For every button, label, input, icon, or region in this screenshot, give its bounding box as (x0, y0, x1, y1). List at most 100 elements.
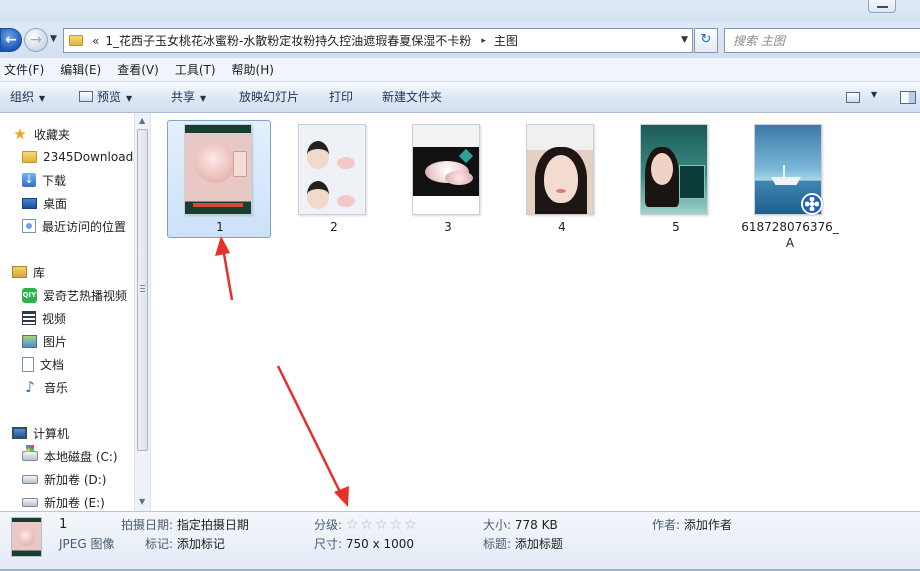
title-strip (0, 0, 920, 22)
view-options-caret-icon[interactable]: ▼ (871, 90, 877, 99)
details-file-type: JPEG 图像 (59, 537, 115, 551)
date-taken-value[interactable]: 指定拍摄日期 (177, 518, 249, 532)
nav-item-pictures[interactable]: 图片 (22, 330, 67, 352)
nav-item-recent-places[interactable]: 最近访问的位置 (22, 215, 126, 237)
nav-item-iqiyi[interactable]: iQIYI 爱奇艺热播视频 (20, 284, 128, 306)
date-taken-label: 拍摄日期: (121, 518, 174, 532)
rating-stars-icon[interactable]: ☆☆☆☆☆ (346, 517, 419, 533)
scroll-down-icon[interactable]: ▼ (139, 497, 145, 506)
nav-item-label: 音乐 (44, 380, 69, 395)
command-bar: 组织 ▼ 预览 ▼ 共享 ▼ 放映幻灯片 打印 新建文件夹 ▼ (0, 82, 920, 113)
menu-file[interactable]: 文件(F) (4, 61, 44, 78)
menu-bar: 文件(F) 编辑(E) 查看(V) 工具(T) 帮助(H) (0, 58, 920, 82)
iqiyi-icon: iQIYI (20, 287, 39, 303)
hidden-path-chevron[interactable]: « (92, 34, 99, 48)
breadcrumb-parent-folder[interactable]: 1_花西子玉女桃花冰蜜粉-水散粉定妆粉持久控油遮瑕春夏保湿不卡粉 (105, 32, 471, 49)
forward-button[interactable]: → (24, 28, 48, 52)
title-value[interactable]: 添加标题 (515, 537, 563, 551)
image-thumbnail (412, 124, 480, 215)
nav-item-label: 爱奇艺热播视频 (43, 288, 128, 303)
navigation-pane: ★ 收藏夹 2345Downloads ↓ 下载 桌面 最近访问的位置 库 iQ… (0, 113, 150, 511)
breadcrumb-separator-icon[interactable]: ▸ (481, 36, 486, 46)
back-button[interactable]: ← (0, 28, 22, 52)
recent-pages-dropdown[interactable]: ▼ (50, 34, 57, 44)
file-item-1[interactable]: 1 (167, 120, 271, 238)
menu-tools[interactable]: 工具(T) (175, 61, 216, 78)
file-item-4[interactable]: 4 (509, 120, 613, 238)
author-value[interactable]: 添加作者 (684, 518, 732, 532)
nav-item-drive-c[interactable]: 本地磁盘 (C:) (22, 445, 118, 467)
nav-computer[interactable]: 计算机 (12, 422, 69, 444)
dimensions-value: 750 x 1000 (345, 537, 415, 551)
organize-button[interactable]: 组织 ▼ (10, 82, 45, 113)
nav-item-drive-e[interactable]: 新加卷 (E:) (22, 491, 105, 511)
nav-item-downloads[interactable]: ↓ 下载 (22, 169, 66, 191)
nav-item-2345downloads[interactable]: 2345Downloads (22, 146, 139, 168)
nav-item-desktop[interactable]: 桌面 (22, 192, 67, 214)
nav-item-label: 桌面 (43, 196, 68, 211)
file-item-2[interactable]: 2 (281, 120, 385, 238)
breadcrumb-current-folder[interactable]: 主图 (494, 32, 518, 49)
back-arrow-icon: ← (5, 32, 17, 48)
video-player-badge-icon (801, 193, 823, 215)
nav-scrollbar[interactable]: ▲ ▼ (134, 113, 150, 511)
file-list: 1 2 3 4 5 618728076376_A (151, 113, 920, 511)
scroll-thumb[interactable] (137, 129, 148, 451)
tags-label: 标记: (145, 537, 174, 551)
nav-item-music[interactable]: ♪ 音乐 (22, 376, 68, 398)
preview-caret-icon: ▼ (126, 94, 133, 103)
image-thumbnail (526, 124, 594, 215)
nav-item-label: 2345Downloads (43, 150, 140, 164)
grip-icon (140, 285, 145, 293)
print-button[interactable]: 打印 (329, 82, 353, 113)
preview-button[interactable]: 预览 ▼ (79, 82, 132, 113)
nav-libraries[interactable]: 库 (12, 261, 45, 283)
dimensions-label: 尺寸: (314, 537, 343, 551)
details-date-taken: 拍摄日期: 指定拍摄日期 (121, 516, 249, 534)
file-name: 1 (216, 220, 224, 234)
nav-item-drive-d[interactable]: 新加卷 (D:) (22, 468, 106, 490)
scroll-up-icon[interactable]: ▲ (139, 116, 145, 125)
change-view-icon[interactable] (846, 92, 860, 103)
size-value: 778 KB (514, 518, 558, 532)
details-size: 大小: 778 KB (483, 516, 558, 534)
document-icon (22, 356, 34, 372)
details-thumbnail (11, 517, 42, 557)
star-icon: ★ (13, 125, 27, 143)
recent-places-icon (22, 219, 36, 233)
search-placeholder: 搜索 主图 (733, 34, 785, 48)
file-item-5[interactable]: 5 (623, 120, 727, 238)
slideshow-button[interactable]: 放映幻灯片 (239, 82, 299, 113)
refresh-button[interactable]: ↻ (694, 28, 718, 53)
file-item-3[interactable]: 3 (395, 120, 499, 238)
nav-item-videos[interactable]: 视频 (22, 307, 66, 329)
drive-icon (22, 474, 38, 484)
menu-view[interactable]: 查看(V) (117, 61, 159, 78)
nav-item-label: 视频 (42, 311, 67, 326)
tags-value[interactable]: 添加标记 (177, 537, 225, 551)
address-dropdown-icon[interactable]: ▼ (681, 35, 688, 45)
nav-favorites[interactable]: ★ 收藏夹 (12, 123, 70, 145)
forward-arrow-icon: → (30, 32, 42, 48)
file-name: 618728076376_A (741, 220, 839, 250)
share-button[interactable]: 共享 ▼ (171, 82, 206, 113)
preview-pane-icon[interactable] (900, 91, 916, 104)
file-name: 5 (672, 220, 680, 234)
new-folder-button[interactable]: 新建文件夹 (382, 82, 442, 113)
nav-item-label: 新加卷 (E:) (44, 495, 105, 510)
menu-help[interactable]: 帮助(H) (232, 61, 274, 78)
organize-caret-icon: ▼ (39, 94, 46, 103)
menu-edit[interactable]: 编辑(E) (60, 61, 101, 78)
nav-item-label: 图片 (43, 334, 68, 349)
folder-icon (69, 35, 83, 46)
computer-icon (12, 427, 27, 439)
folder-icon (22, 151, 37, 163)
file-item-6[interactable]: 618728076376_A (737, 120, 841, 250)
nav-item-label: 文档 (40, 357, 65, 372)
address-bar[interactable]: « 1_花西子玉女桃花冰蜜粉-水散粉定妆粉持久控油遮瑕春夏保湿不卡粉 ▸ 主图 … (63, 28, 693, 53)
image-thumbnail (184, 124, 252, 215)
search-input[interactable]: 搜索 主图 (724, 28, 920, 53)
nav-item-documents[interactable]: 文档 (22, 353, 64, 375)
details-pane: 1 JPEG 图像 拍摄日期: 指定拍摄日期 标记: 添加标记 分级: ☆☆☆☆… (0, 511, 920, 569)
minimize-button[interactable] (868, 0, 896, 13)
